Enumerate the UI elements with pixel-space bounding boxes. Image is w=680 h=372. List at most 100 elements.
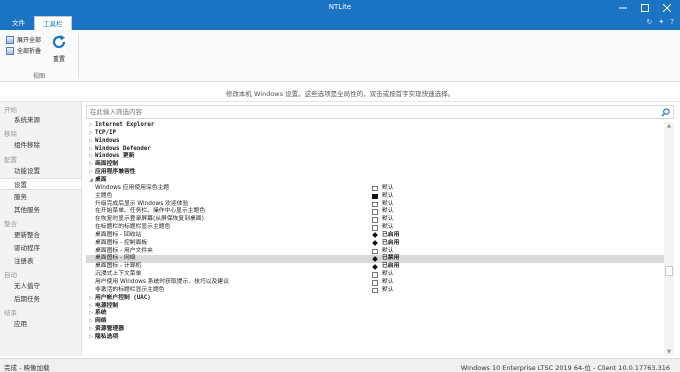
- expand-arrow-icon[interactable]: ▷: [88, 295, 94, 302]
- tree-category[interactable]: ▷ 电源控制: [86, 303, 664, 310]
- tab-file[interactable]: 文件: [4, 16, 33, 30]
- tree-category[interactable]: ▷ Windows 更新: [86, 153, 664, 160]
- sidebar-header-finish: 结束: [4, 309, 17, 317]
- state-checkbox-icon[interactable]: [372, 201, 378, 207]
- tree-setting-row[interactable]: Windows 应用使用深色主题 默认: [86, 185, 664, 192]
- sidebar-item-unattended[interactable]: 无人值守: [0, 280, 81, 292]
- state-diamond-icon[interactable]: [372, 256, 378, 262]
- expand-all-label: 展开全部: [17, 37, 42, 44]
- vertical-scrollbar[interactable]: ▲ ▼: [664, 122, 674, 356]
- state-checkbox-icon[interactable]: [372, 280, 378, 286]
- tree-setting-row[interactable]: 在恢复时显示登录屏幕(从屏保恢复到桌面) 默认: [86, 216, 664, 223]
- expand-arrow-icon[interactable]: ▷: [88, 161, 94, 168]
- tree-setting-row[interactable]: 桌面图标 - 网络 已禁用: [86, 255, 664, 263]
- sidebar-item-apply[interactable]: 应用: [0, 318, 81, 330]
- tree-category[interactable]: ▷ TCP/IP: [86, 130, 664, 137]
- tree-setting-row[interactable]: 主题色 默认: [86, 193, 664, 200]
- expand-arrow-icon[interactable]: ▷: [88, 122, 94, 129]
- search-icon[interactable]: [661, 108, 670, 117]
- tree-row-label: 沉浸式上下文菜单: [95, 271, 142, 278]
- settings-tree: ▷ Internet Explorer ▷ TCP/IP ▷ Windows ▷ Window…: [86, 122, 664, 358]
- tree-category[interactable]: ▷ 应用程序兼容性: [86, 169, 664, 176]
- state-checkbox-icon[interactable]: [372, 287, 378, 294]
- expand-arrow-icon[interactable]: ▷: [88, 334, 94, 341]
- tree-row-label: 非激活的标题栏显示主题色: [95, 286, 165, 293]
- tree-category[interactable]: ▷ 系统: [86, 310, 664, 317]
- tree-category[interactable]: ▷ Internet Explorer: [86, 122, 664, 129]
- state-checkbox-icon[interactable]: [372, 248, 378, 255]
- sidebar-item-drivers[interactable]: 驱动程序: [0, 242, 81, 254]
- state-checkbox-icon[interactable]: [372, 185, 378, 192]
- tree-setting-row[interactable]: 桌面图标 - 回收站 已启用: [86, 232, 664, 239]
- expand-arrow-icon[interactable]: ▷: [88, 146, 94, 153]
- tree-setting-row[interactable]: 桌面图标 - 用户文件夹 默认: [86, 248, 664, 255]
- scroll-up-icon[interactable]: ▲: [666, 123, 672, 129]
- title-bar: NTLite: [0, 0, 680, 16]
- tree-setting-row[interactable]: 桌面图标 - 控制面板 已启用: [86, 240, 664, 247]
- state-checkbox-icon[interactable]: [372, 209, 378, 215]
- sidebar-item-source[interactable]: 系统来源: [0, 114, 81, 126]
- expand-arrow-icon[interactable]: ▷: [88, 303, 94, 310]
- sidebar-header-integrate: 整合: [4, 220, 17, 228]
- tree-row-label: Windows: [95, 137, 120, 144]
- close-button[interactable]: [656, 0, 678, 16]
- scroll-down-icon[interactable]: ▼: [666, 349, 672, 355]
- expand-arrow-icon[interactable]: ▷: [88, 138, 94, 145]
- minimize-button[interactable]: [612, 0, 634, 16]
- tree-setting-row[interactable]: 在标题栏的标题栏显示主题色 默认: [86, 224, 664, 231]
- expand-arrow-icon[interactable]: ▷: [88, 153, 94, 160]
- tree-setting-row[interactable]: 在开始菜单、任务栏、操作中心显示主题色 默认: [86, 208, 664, 215]
- tree-category[interactable]: ▷ Windows: [86, 138, 664, 145]
- tree-setting-row[interactable]: 用户使用 Windows 系统时获取提示、技巧以及建议 默认: [86, 279, 664, 286]
- state-diamond-icon[interactable]: [372, 240, 378, 247]
- refresh-small-icon[interactable]: ↻: [647, 18, 653, 26]
- setting-value: 默认: [382, 216, 394, 223]
- sidebar-item-services[interactable]: 服务: [0, 191, 81, 203]
- expand-arrow-icon[interactable]: ▷: [88, 130, 94, 137]
- tree-setting-row[interactable]: 升级完成后显示 Windows 欢迎体验 默认: [86, 201, 664, 208]
- help-icon[interactable]: ?: [670, 18, 674, 26]
- sidebar-item-settings[interactable]: 设置: [0, 178, 81, 190]
- sidebar-item-updates[interactable]: 更新整合: [0, 229, 81, 241]
- tree-category[interactable]: ◢ 桌面: [86, 177, 664, 184]
- state-diamond-icon[interactable]: [372, 232, 378, 239]
- expand-arrow-icon[interactable]: ▷: [88, 318, 94, 325]
- state-checkbox-icon[interactable]: [372, 225, 378, 231]
- expand-arrow-icon[interactable]: ▷: [88, 169, 94, 176]
- tree-category[interactable]: ▷ Windows Defender: [86, 146, 664, 153]
- collapse-arrow-icon[interactable]: ◢: [88, 177, 94, 184]
- maximize-button[interactable]: [634, 0, 656, 16]
- collapse-all-label: 全部折叠: [17, 48, 42, 55]
- sidebar-item-registry[interactable]: 注册表: [0, 255, 81, 267]
- sidebar-item-features[interactable]: 功能设置: [0, 165, 81, 177]
- expand-arrow-icon[interactable]: ▷: [88, 326, 94, 333]
- tree-category[interactable]: ▷ 网络: [86, 318, 664, 325]
- color-swatch-icon[interactable]: [372, 193, 378, 200]
- state-diamond-icon[interactable]: [372, 263, 378, 270]
- state-checkbox-icon[interactable]: [372, 272, 378, 278]
- expand-arrow-icon[interactable]: ▷: [88, 310, 94, 317]
- sidebar-item-post-setup[interactable]: 后期任务: [0, 293, 81, 305]
- tab-toolbar[interactable]: 工具栏: [34, 16, 72, 30]
- filter-input[interactable]: [87, 106, 647, 118]
- sidebar-item-other-services[interactable]: 其他服务: [0, 204, 81, 216]
- ribbon-group-label: 视图: [32, 73, 45, 80]
- tree-setting-row[interactable]: 桌面图标 - 计算机 已启用: [86, 263, 664, 270]
- state-checkbox-icon[interactable]: [372, 217, 378, 223]
- scroll-thumb[interactable]: [665, 266, 673, 276]
- refresh-button[interactable]: 重置: [48, 34, 70, 63]
- tree-category[interactable]: ▷ 用户帐户控制 (UAC): [86, 295, 664, 302]
- tree-category[interactable]: ▷ 资源管理器: [86, 326, 664, 333]
- sidebar-item-components[interactable]: 组件移除: [0, 139, 81, 151]
- tree-category[interactable]: ▷ 画面控制: [86, 161, 664, 168]
- setting-value: 默认: [382, 279, 394, 285]
- sidebar: 开始 系统来源 移除 组件移除 配置 功能设置 设置 服务 其他服务 整合 更新…: [0, 102, 82, 356]
- expand-all-button[interactable]: 展开全部: [6, 35, 41, 44]
- tree-row-label: 桌面图标 - 网络: [95, 255, 136, 262]
- tree-category[interactable]: ▷ 隐私选项: [86, 334, 664, 341]
- tree-setting-row[interactable]: 非激活的标题栏显示主题色 默认: [86, 287, 664, 294]
- setting-value: 默认: [382, 208, 394, 215]
- twitter-icon[interactable]: ✦: [658, 18, 664, 26]
- tree-setting-row[interactable]: 沉浸式上下文菜单 默认: [86, 271, 664, 278]
- collapse-all-button[interactable]: 全部折叠: [6, 46, 41, 55]
